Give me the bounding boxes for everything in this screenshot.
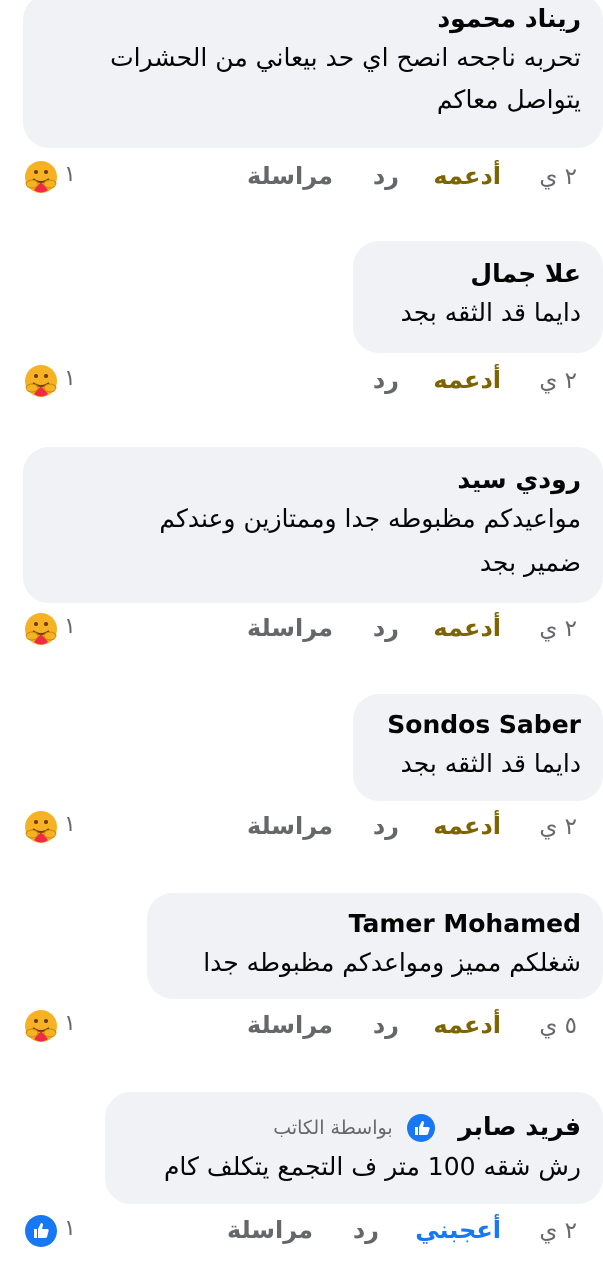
message-button[interactable]: مراسلة [247, 812, 333, 840]
comment-text-line: ضمير بجد [479, 548, 581, 577]
support-button[interactable]: أدعمه [433, 812, 501, 840]
comment-bubble: Sondos Saber دايما قد الثقه بجد [353, 694, 603, 801]
care-reaction-icon[interactable] [24, 1009, 58, 1043]
like-button[interactable]: أعجبني [415, 1216, 501, 1244]
comments-page: { "comments": [ {"name":"ريناد محمود","l… [0, 0, 603, 1285]
comment-author-name[interactable]: علا جمال [375, 257, 581, 291]
comment-author-name[interactable]: ريناد محمود [45, 2, 581, 36]
comment-author-name[interactable]: رودي سيد [45, 463, 581, 497]
comment-author-name[interactable]: فريد صابر [458, 1112, 581, 1141]
author-name-text: Tamer Mohamed [348, 909, 581, 938]
care-reaction-icon[interactable] [24, 612, 58, 646]
comment-time[interactable]: ٢ ي [539, 368, 577, 394]
comment-author-row: فريد صابر بواسطة الكاتب [127, 1110, 581, 1145]
message-button[interactable]: مراسلة [247, 614, 333, 642]
comment-time[interactable]: ٢ ي [539, 814, 577, 840]
care-reaction-icon[interactable] [24, 364, 58, 398]
comment-text-line: دايما قد الثقه بجد [400, 749, 581, 778]
reaction-count[interactable]: ١ [64, 614, 76, 639]
support-button[interactable]: أدعمه [433, 366, 501, 394]
comment-actions: ٢ ي أعجبني رد مراسلة ١ [0, 1214, 603, 1254]
reaction-count[interactable]: ١ [64, 1011, 76, 1036]
comment-bubble: رودي سيد مواعيدكم مظبوطه جدا وممتازين وع… [23, 447, 603, 603]
author-label: بواسطة الكاتب [273, 1117, 393, 1139]
comment-actions: ٢ ي أدعمه رد مراسلة ١ [0, 612, 603, 652]
care-reaction-icon[interactable] [24, 160, 58, 194]
comment-author-name[interactable]: Sondos Saber [375, 708, 581, 742]
message-button[interactable]: مراسلة [227, 1216, 313, 1244]
comment-time[interactable]: ٢ ي [539, 616, 577, 642]
comment-time[interactable]: ٢ ي [539, 1218, 577, 1244]
reply-button[interactable]: رد [373, 1011, 399, 1039]
reaction-count[interactable]: ١ [64, 162, 76, 187]
support-button[interactable]: أدعمه [433, 162, 501, 190]
message-button[interactable]: مراسلة [247, 162, 333, 190]
comment-bubble: Tamer Mohamed شغلكم مميز ومواعدكم مظبوطه… [147, 893, 603, 999]
comment-bubble: علا جمال دايما قد الثقه بجد [353, 241, 603, 353]
reply-button[interactable]: رد [373, 366, 399, 394]
comment-text-line: دايما قد الثقه بجد [400, 298, 581, 327]
support-button[interactable]: أدعمه [433, 1011, 501, 1039]
reaction-count[interactable]: ١ [64, 366, 76, 391]
comment-author-name[interactable]: Tamer Mohamed [169, 907, 581, 941]
reaction-count[interactable]: ١ [64, 812, 76, 837]
comment-text-line: مواعيدكم مظبوطه جدا وممتازين وعندكم [159, 504, 581, 533]
message-button[interactable]: مراسلة [247, 1011, 333, 1039]
comment-bubble: ريناد محمود تحربه ناجحه انصح اي حد بيعان… [23, 0, 603, 148]
comment-text-line: شغلكم مميز ومواعدكم مظبوطه جدا [203, 948, 581, 977]
comment-actions: ٢ ي أدعمه رد مراسلة ١ [0, 810, 603, 850]
comment-bubble: فريد صابر بواسطة الكاتب رش شقه 100 متر ف… [105, 1092, 603, 1204]
like-reaction-icon[interactable] [24, 1214, 58, 1248]
comment-actions: ٥ ي أدعمه رد مراسلة ١ [0, 1009, 603, 1049]
verified-author-icon [407, 1114, 436, 1142]
support-button[interactable]: أدعمه [433, 614, 501, 642]
comment-text-line: رش شقه 100 متر ف التجمع يتكلف كام [163, 1152, 581, 1181]
comment-actions: ٢ ي أدعمه رد ١ [0, 364, 603, 404]
comment-time[interactable]: ٥ ي [539, 1013, 577, 1039]
reaction-count[interactable]: ١ [64, 1216, 76, 1241]
reply-button[interactable]: رد [373, 812, 399, 840]
comment-text-line: تحربه ناجحه انصح اي حد بيعاني من الحشرات [110, 43, 581, 72]
care-reaction-icon[interactable] [24, 810, 58, 844]
author-name-text: Sondos Saber [387, 710, 581, 739]
comment-time[interactable]: ٢ ي [539, 164, 577, 190]
reply-button[interactable]: رد [353, 1216, 379, 1244]
reply-button[interactable]: رد [373, 162, 399, 190]
comment-text-line: يتواصل معاكم [436, 85, 581, 114]
comment-actions: ٢ ي أدعمه رد مراسلة ١ [0, 160, 603, 200]
reply-button[interactable]: رد [373, 614, 399, 642]
